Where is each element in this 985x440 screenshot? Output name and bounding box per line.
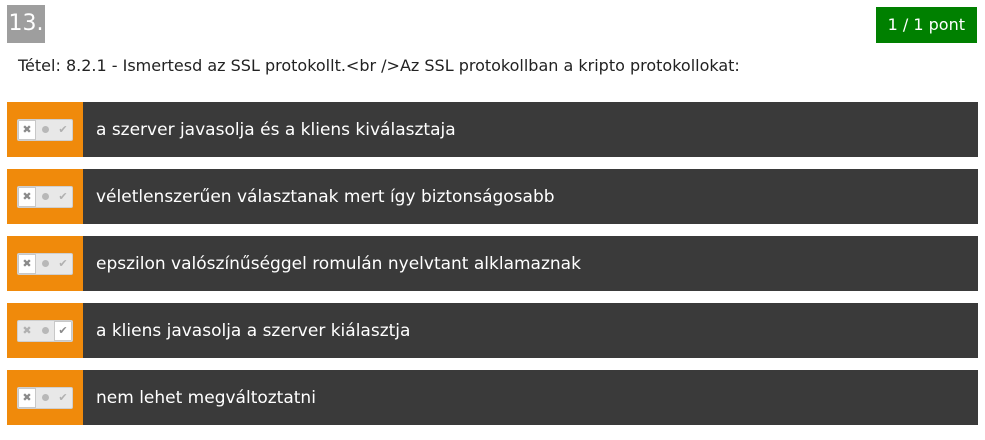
true-false-toggle[interactable]: ✖ ✔ — [17, 386, 73, 409]
true-false-toggle[interactable]: ✖ ✔ — [17, 118, 73, 141]
cross-icon[interactable]: ✖ — [18, 119, 36, 140]
check-icon[interactable]: ✔ — [54, 187, 72, 207]
dot-icon[interactable] — [36, 388, 54, 408]
answer-label: a kliens javasolja a szerver kiálasztja — [96, 320, 411, 341]
answer-toggle-cell: ✖ ✔ — [7, 370, 83, 425]
dot-icon[interactable] — [36, 187, 54, 207]
answer-label: a szerver javasolja és a kliens kiválasz… — [96, 119, 456, 140]
question-number: 13. — [7, 5, 45, 43]
dot-icon[interactable] — [36, 321, 54, 341]
cross-icon[interactable]: ✖ — [18, 387, 36, 408]
answer-row: ✖ ✔ a kliens javasolja a szerver kiálasz… — [7, 303, 978, 358]
points-badge: 1 / 1 pont — [875, 7, 977, 43]
true-false-toggle[interactable]: ✖ ✔ — [17, 319, 73, 342]
answer-row: ✖ ✔ véletlenszerűen választanak mert így… — [7, 169, 978, 224]
question-text: Tétel: 8.2.1 - Ismertesd az SSL protokol… — [18, 56, 740, 75]
dot-icon[interactable] — [36, 120, 54, 140]
cross-icon[interactable]: ✖ — [18, 321, 36, 341]
answer-label: véletlenszerűen választanak mert így biz… — [96, 186, 555, 207]
answer-label: nem lehet megváltoztatni — [96, 387, 316, 408]
check-icon[interactable]: ✔ — [54, 120, 72, 140]
answer-row: ✖ ✔ a szerver javasolja és a kliens kivá… — [7, 102, 978, 157]
answer-toggle-cell: ✖ ✔ — [7, 236, 83, 291]
check-icon[interactable]: ✔ — [54, 254, 72, 274]
dot-icon[interactable] — [36, 254, 54, 274]
true-false-toggle[interactable]: ✖ ✔ — [17, 185, 73, 208]
answer-label: epszilon valószínűséggel romulán nyelvta… — [96, 253, 581, 274]
answer-toggle-cell: ✖ ✔ — [7, 102, 83, 157]
true-false-toggle[interactable]: ✖ ✔ — [17, 252, 73, 275]
cross-icon[interactable]: ✖ — [18, 186, 36, 207]
answer-row: ✖ ✔ epszilon valószínűséggel romulán nye… — [7, 236, 978, 291]
answer-row: ✖ ✔ nem lehet megváltoztatni — [7, 370, 978, 425]
check-icon[interactable]: ✔ — [54, 388, 72, 408]
answer-toggle-cell: ✖ ✔ — [7, 303, 83, 358]
answer-list: ✖ ✔ a szerver javasolja és a kliens kivá… — [7, 102, 978, 425]
answer-toggle-cell: ✖ ✔ — [7, 169, 83, 224]
check-icon[interactable]: ✔ — [54, 320, 72, 341]
cross-icon[interactable]: ✖ — [18, 253, 36, 274]
